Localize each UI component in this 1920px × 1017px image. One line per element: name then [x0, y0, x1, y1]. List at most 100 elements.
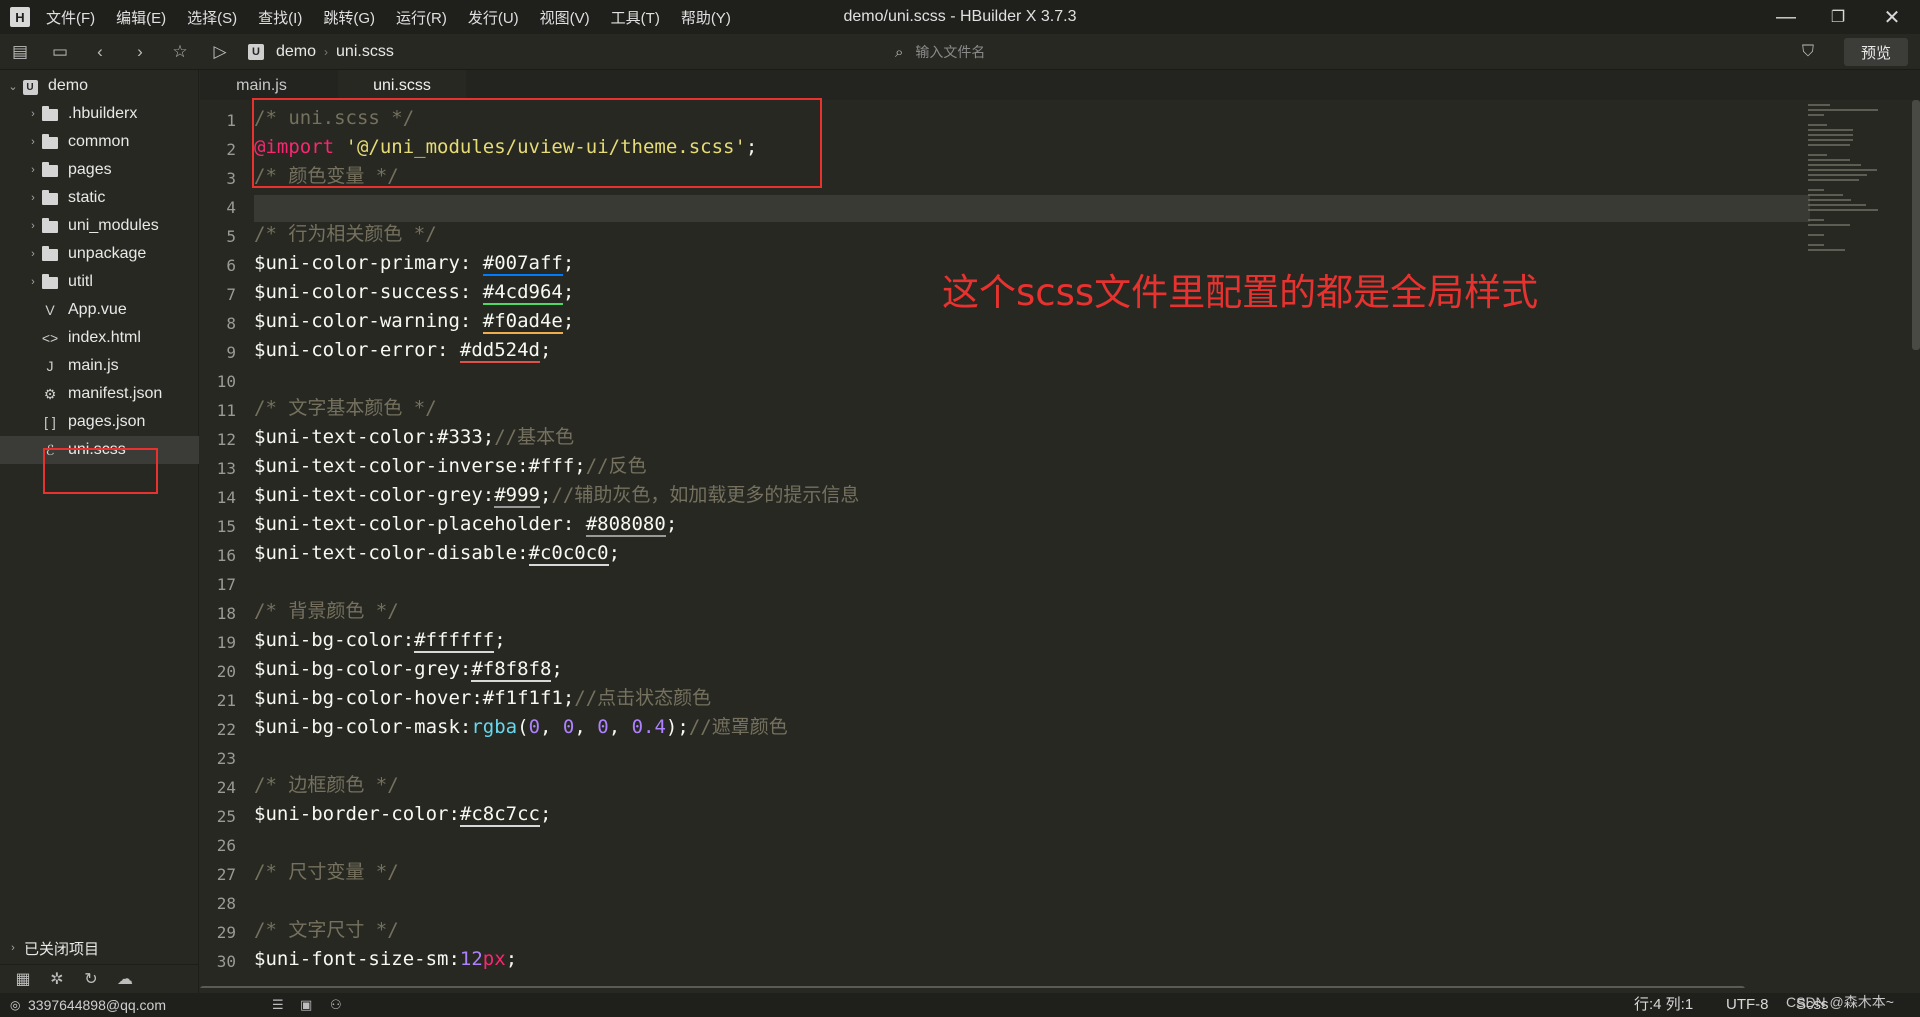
tree-root-demo[interactable]: ⌄ U demo — [0, 72, 199, 100]
code-token: /* 尺寸变量 */ — [254, 861, 399, 883]
run-icon[interactable]: ▷ — [200, 34, 240, 70]
code-token: //反色 — [585, 455, 647, 477]
menu-bar: H 文件(F) 编辑(E) 选择(S) 查找(I) 跳转(G) 运行(R) 发行… — [0, 0, 1920, 34]
code-token: rgba — [471, 716, 518, 738]
code-editor[interactable]: 1 2 3 4 5 6 7 8 9 10 11 12 13 14 15 16 17 18 19 20 21 22 23 24 2… — [200, 100, 1920, 988]
code-token: ; — [562, 310, 575, 332]
tree-item[interactable]: › unpackage — [0, 240, 199, 268]
tree-item-label: pages.json — [68, 413, 146, 430]
code-token: ; — [551, 658, 563, 680]
tree-item[interactable]: Jmain.js — [0, 352, 199, 380]
tree-item[interactable]: › utitl — [0, 268, 199, 296]
vertical-scrollbar[interactable] — [1912, 100, 1920, 350]
chevron-right-icon: › — [31, 276, 35, 288]
menu-run[interactable]: 运行(R) — [396, 7, 447, 28]
horizontal-scrollbar[interactable] — [200, 986, 1745, 988]
line-number: 23 — [216, 749, 236, 768]
code-line: $uni-bg-color-hover:#f1f1f1;//点击状态颜色 — [254, 684, 711, 713]
tree-item[interactable]: › .hbuilderx — [0, 100, 199, 128]
code-token: $uni-text-color-disable: — [254, 542, 529, 564]
minimap-line — [1808, 104, 1831, 106]
file-icon: <> — [41, 330, 59, 346]
code-token: $uni-color-success: — [254, 281, 483, 303]
tree-item[interactable]: › common — [0, 128, 199, 156]
tree-item[interactable]: › static — [0, 184, 199, 212]
tab-uni-scss[interactable]: uni.scss — [338, 70, 466, 100]
code-line: $uni-text-color-placeholder: #808080; — [254, 510, 677, 539]
menu-find[interactable]: 查找(I) — [258, 7, 302, 28]
menu-file[interactable]: 文件(F) — [46, 7, 95, 28]
code-line: $uni-text-color-grey:#999;//辅助灰色，如加载更多的提… — [254, 481, 859, 510]
back-icon[interactable]: ‹ — [80, 34, 120, 70]
folder-icon — [40, 106, 60, 122]
import-highlight-box — [252, 98, 822, 188]
menu-tools[interactable]: 工具(T) — [611, 7, 660, 28]
tree-item[interactable]: V App.vue — [0, 296, 199, 324]
file-icon: [ ] — [44, 414, 56, 430]
minimize-icon[interactable]: — — [1760, 0, 1812, 34]
code-token: #dd524d — [459, 339, 540, 363]
code-line: /* 文字基本颜色 */ — [254, 394, 437, 423]
minimap-line — [1808, 224, 1850, 226]
folder-icon — [40, 246, 60, 262]
folder-icon — [40, 190, 60, 206]
terminal-icon[interactable]: ▣ — [300, 993, 312, 1017]
tab-main-js[interactable]: main.js — [215, 70, 308, 100]
code-token: , — [608, 716, 632, 738]
code-token: ( — [517, 716, 529, 738]
star-icon[interactable]: ☆ — [160, 34, 200, 70]
line-number: 27 — [216, 865, 236, 884]
menu-publish[interactable]: 发行(U) — [468, 7, 519, 28]
preview-button[interactable]: 预览 — [1844, 38, 1908, 66]
code-line: $uni-text-color:#333;//基本色 — [254, 423, 574, 452]
maximize-icon[interactable]: ❐ — [1812, 0, 1864, 34]
menu-goto[interactable]: 跳转(G) — [323, 7, 375, 28]
code-token: #ffffff — [414, 629, 495, 653]
network-icon[interactable]: ⚇ — [330, 993, 342, 1017]
breadcrumb-file[interactable]: uni.scss — [336, 43, 394, 61]
tree-item[interactable]: › uni_modules — [0, 212, 199, 240]
minimap[interactable] — [1808, 104, 1908, 404]
code-token: $uni-bg-color-mask: — [254, 716, 472, 738]
code-area[interactable]: /* uni.scss */@import '@/uni_modules/uvi… — [254, 100, 1854, 988]
tree-item-label: common — [68, 133, 130, 150]
breadcrumb-project[interactable]: demo — [276, 43, 316, 61]
minimap-line — [1808, 134, 1853, 136]
filter-icon[interactable]: ⛉ — [1802, 34, 1814, 70]
minimap-line — [1808, 144, 1850, 146]
code-line: $uni-color-primary: #007aff; — [254, 249, 574, 278]
code-token: ; — [539, 803, 552, 825]
tree-item[interactable]: ⚙ manifest.json — [0, 380, 199, 408]
menu-edit[interactable]: 编辑(E) — [116, 7, 166, 28]
menu-view[interactable]: 视图(V) — [540, 7, 590, 28]
tree-item-label: unpackage — [68, 245, 147, 262]
annotation-text: 这个scss文件里配置的都是全局样式 — [942, 271, 1539, 314]
code-token: $uni-bg-color-grey: — [254, 658, 472, 680]
menu-select[interactable]: 选择(S) — [187, 7, 237, 28]
code-token: #c8c7cc — [459, 803, 540, 827]
tree-item[interactable]: › pages — [0, 156, 199, 184]
cursor-position[interactable]: 行:4 列:1 — [1634, 993, 1693, 1017]
cloud-icon[interactable]: ☁ — [108, 969, 142, 989]
code-token: ; — [505, 948, 518, 970]
folder-icon[interactable]: ▦ — [6, 969, 40, 989]
forward-icon[interactable]: › — [120, 34, 160, 70]
close-icon[interactable]: ✕ — [1866, 0, 1918, 34]
code-token: ; — [494, 629, 506, 651]
file-search-input[interactable]: ⌕ 输入文件名 — [895, 34, 985, 70]
new-file-icon[interactable]: ▤ — [0, 34, 40, 70]
save-icon[interactable]: ▭ — [40, 34, 80, 70]
tree-item[interactable]: <> index.html — [0, 324, 199, 352]
plugin-icon[interactable]: ✲ — [40, 969, 74, 989]
list-icon[interactable]: ☰ — [272, 993, 284, 1017]
code-token: //点击状态颜色 — [574, 687, 712, 709]
git-icon[interactable]: ↻ — [74, 969, 108, 989]
code-token: 0.4 — [631, 716, 666, 738]
tree-item[interactable]: [ ] pages.json — [0, 408, 199, 436]
watermark: CSDN @森木本~ — [1786, 994, 1894, 1010]
encoding[interactable]: UTF-8 — [1726, 993, 1769, 1017]
status-user[interactable]: 3397644898@qq.com — [28, 993, 166, 1017]
project-icon: U — [20, 77, 40, 95]
closed-projects[interactable]: › 已关闭项目 — [0, 934, 199, 962]
menu-help[interactable]: 帮助(Y) — [681, 7, 731, 28]
